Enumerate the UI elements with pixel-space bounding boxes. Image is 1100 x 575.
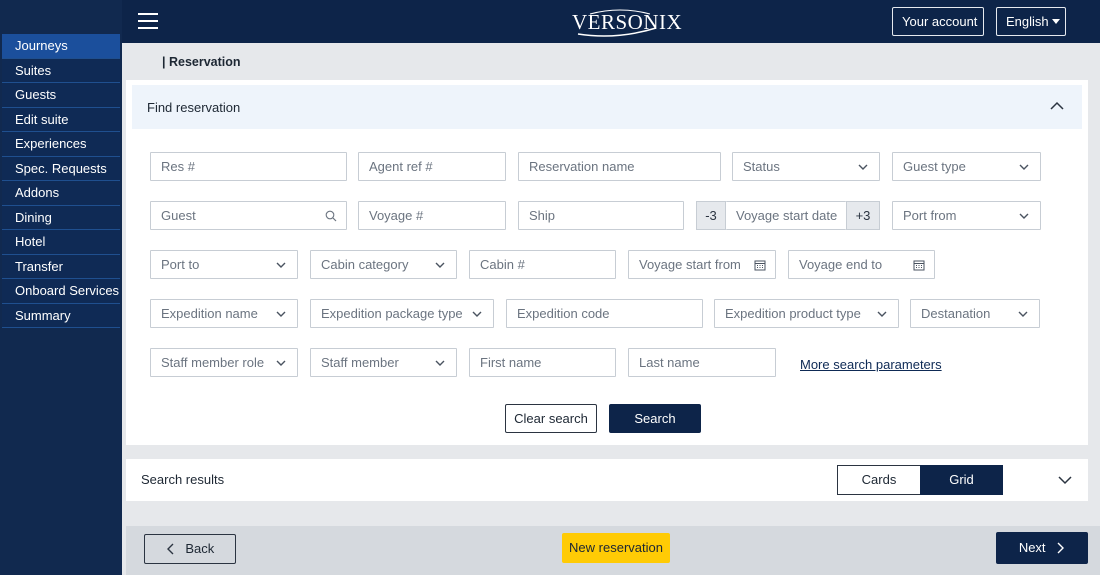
chevron-down-icon bbox=[276, 360, 286, 366]
calendar-icon[interactable] bbox=[913, 259, 925, 271]
breadcrumb: | Reservation bbox=[162, 55, 241, 69]
destination-select[interactable]: Destanation bbox=[910, 299, 1040, 328]
sidebar-item-dining[interactable]: Dining bbox=[2, 205, 120, 230]
next-label: Next bbox=[1018, 540, 1046, 555]
sidebar-item-transfer[interactable]: Transfer bbox=[2, 254, 120, 279]
calendar-icon[interactable] bbox=[754, 259, 766, 271]
expedition-name-select-label: Expedition name bbox=[161, 306, 258, 321]
voyage-date-plus-button[interactable]: +3 bbox=[846, 201, 880, 230]
port-from-select-label: Port from bbox=[903, 208, 957, 223]
search-results-bar: Search results Cards Grid bbox=[126, 459, 1088, 501]
search-button[interactable]: Search bbox=[609, 404, 701, 433]
expedition-name-select[interactable]: Expedition name bbox=[150, 299, 298, 328]
sidebar-item-summary[interactable]: Summary bbox=[2, 303, 120, 328]
sidebar-item-onboard-services[interactable]: Onboard Services bbox=[2, 279, 120, 304]
cabin-category-select[interactable]: Cabin category bbox=[310, 250, 457, 279]
voyage-number-input[interactable]: Voyage # bbox=[358, 201, 506, 230]
chevron-down-icon[interactable] bbox=[1057, 473, 1073, 487]
panel-title: Find reservation bbox=[147, 100, 241, 115]
status-select-label: Status bbox=[743, 159, 780, 174]
cabin-category-select-label: Cabin category bbox=[321, 257, 409, 272]
clear-search-button[interactable]: Clear search bbox=[505, 404, 597, 433]
sidebar: Journeys Suites Guests Edit suite Experi… bbox=[0, 0, 122, 575]
find-reservation-panel: Find reservation Res # Agent ref # Reser… bbox=[126, 80, 1088, 445]
chevron-down-icon bbox=[1019, 164, 1029, 170]
new-reservation-button[interactable]: New reservation bbox=[562, 533, 670, 563]
guest-type-select-label: Guest type bbox=[903, 159, 966, 174]
hamburger-menu-icon[interactable] bbox=[138, 13, 158, 29]
back-button[interactable]: Back bbox=[144, 534, 236, 564]
sidebar-item-guests[interactable]: Guests bbox=[2, 83, 120, 108]
chevron-up-icon[interactable] bbox=[1050, 99, 1064, 113]
guest-input-placeholder: Guest bbox=[161, 208, 196, 223]
voyage-end-to-input[interactable]: Voyage end to bbox=[788, 250, 935, 279]
last-name-input[interactable]: Last name bbox=[628, 348, 776, 377]
expedition-product-type-select-label: Expedition product type bbox=[725, 306, 861, 321]
back-label: Back bbox=[185, 541, 215, 556]
next-button[interactable]: Next bbox=[996, 532, 1088, 564]
cabin-number-input[interactable]: Cabin # bbox=[469, 250, 616, 279]
chevron-down-icon bbox=[276, 311, 286, 317]
view-cards-toggle[interactable]: Cards bbox=[837, 465, 920, 495]
sidebar-item-spec-requests[interactable]: Spec. Requests bbox=[2, 156, 120, 181]
voyage-date-minus-button[interactable]: -3 bbox=[696, 201, 726, 230]
chevron-down-icon bbox=[1019, 213, 1029, 219]
language-select[interactable]: English bbox=[996, 7, 1066, 36]
port-to-select[interactable]: Port to bbox=[150, 250, 298, 279]
chevron-left-icon bbox=[166, 543, 174, 555]
chevron-down-icon bbox=[435, 262, 445, 268]
chevron-down-icon bbox=[472, 311, 482, 317]
voyage-start-from-placeholder: Voyage start from bbox=[639, 257, 741, 272]
chevron-down-icon bbox=[877, 311, 887, 317]
top-bar: VERSONIX Your account English bbox=[122, 0, 1100, 43]
voyage-start-from-input[interactable]: Voyage start from bbox=[628, 250, 776, 279]
chevron-right-icon bbox=[1057, 542, 1065, 554]
sidebar-item-experiences[interactable]: Experiences bbox=[2, 132, 120, 157]
reservation-name-input[interactable]: Reservation name bbox=[518, 152, 721, 181]
voyage-end-to-placeholder: Voyage end to bbox=[799, 257, 883, 272]
staff-member-select-label: Staff member bbox=[321, 355, 399, 370]
sidebar-item-suites[interactable]: Suites bbox=[2, 58, 120, 83]
search-icon bbox=[325, 210, 337, 222]
res-number-input[interactable]: Res # bbox=[150, 152, 347, 181]
agent-ref-input[interactable]: Agent ref # bbox=[358, 152, 506, 181]
staff-member-select[interactable]: Staff member bbox=[310, 348, 457, 377]
find-reservation-header[interactable]: Find reservation bbox=[132, 85, 1082, 129]
more-search-parameters-link[interactable]: More search parameters bbox=[800, 357, 942, 372]
logo-swoosh-icon bbox=[577, 9, 657, 37]
expedition-package-type-select[interactable]: Expedition package type bbox=[310, 299, 494, 328]
expedition-product-type-select[interactable]: Expedition product type bbox=[714, 299, 899, 328]
sidebar-item-hotel[interactable]: Hotel bbox=[2, 230, 120, 255]
guest-type-select[interactable]: Guest type bbox=[892, 152, 1041, 181]
expedition-package-type-select-label: Expedition package type bbox=[321, 306, 463, 321]
chevron-down-icon bbox=[1018, 311, 1028, 317]
versonix-logo: VERSONIX bbox=[570, 7, 682, 37]
ship-input[interactable]: Ship bbox=[518, 201, 684, 230]
language-label: English bbox=[1006, 14, 1049, 29]
footer-bar: Back New reservation Next bbox=[126, 526, 1100, 575]
guest-input[interactable]: Guest bbox=[150, 201, 347, 230]
chevron-down-icon bbox=[276, 262, 286, 268]
view-grid-toggle[interactable]: Grid bbox=[920, 465, 1003, 495]
sidebar-item-journeys[interactable]: Journeys bbox=[2, 34, 120, 59]
chevron-down-icon bbox=[435, 360, 445, 366]
first-name-input[interactable]: First name bbox=[469, 348, 616, 377]
port-to-select-label: Port to bbox=[161, 257, 200, 272]
chevron-down-icon bbox=[858, 164, 868, 170]
sidebar-nav: Journeys Suites Guests Edit suite Experi… bbox=[2, 34, 120, 328]
staff-member-role-select[interactable]: Staff member role bbox=[150, 348, 298, 377]
destination-select-label: Destanation bbox=[921, 306, 991, 321]
staff-member-role-select-label: Staff member role bbox=[161, 355, 265, 370]
port-from-select[interactable]: Port from bbox=[892, 201, 1041, 230]
status-select[interactable]: Status bbox=[732, 152, 880, 181]
search-results-title: Search results bbox=[141, 472, 225, 487]
voyage-start-date-input[interactable]: Voyage start date bbox=[726, 201, 846, 230]
expedition-code-input[interactable]: Expedition code bbox=[506, 299, 703, 328]
caret-down-icon bbox=[1051, 19, 1060, 25]
sidebar-item-addons[interactable]: Addons bbox=[2, 181, 120, 206]
your-account-button[interactable]: Your account bbox=[892, 7, 984, 36]
sidebar-item-edit-suite[interactable]: Edit suite bbox=[2, 107, 120, 132]
